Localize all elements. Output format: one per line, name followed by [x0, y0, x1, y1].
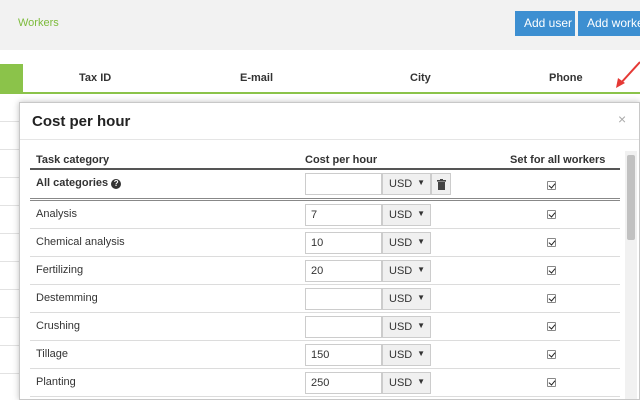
- cost-grid: Task category Cost per hour Set for all …: [30, 151, 620, 397]
- cost-input[interactable]: [305, 288, 382, 310]
- cost-grid-header: Task category Cost per hour Set for all …: [30, 151, 620, 170]
- cost-input[interactable]: [305, 344, 382, 366]
- modal-divider: [20, 139, 639, 140]
- set-for-all-checkbox[interactable]: [547, 210, 556, 219]
- add-user-button[interactable]: Add user: [515, 11, 575, 36]
- cost-input[interactable]: [305, 232, 382, 254]
- scrollbar-thumb[interactable]: [627, 155, 635, 240]
- set-for-all-checkbox[interactable]: [547, 266, 556, 275]
- currency-select[interactable]: USD ▼: [382, 316, 431, 338]
- top-bar: Workers Add user Add workers: [0, 0, 640, 50]
- caret-down-icon: ▼: [417, 321, 425, 330]
- caret-down-icon: ▼: [417, 293, 425, 302]
- column-header-email[interactable]: E-mail: [240, 72, 273, 84]
- category-row: Analysis USD▼: [30, 201, 620, 229]
- select-all-column[interactable]: [0, 64, 23, 94]
- category-row: Crushing USD ▼: [30, 313, 620, 341]
- currency-select[interactable]: USD ▼: [382, 204, 431, 226]
- category-label: Crushing: [36, 320, 81, 332]
- close-icon[interactable]: ×: [618, 111, 626, 127]
- column-header-tax-id[interactable]: Tax ID: [79, 72, 111, 84]
- category-row: Chemical analysis USD▼: [30, 229, 620, 257]
- cost-per-hour-modal: Cost per hour × Task category Cost per h…: [19, 102, 640, 400]
- category-label: Tillage: [36, 348, 68, 360]
- column-header-task-category: Task category: [36, 154, 110, 166]
- caret-down-icon: ▼: [417, 377, 425, 386]
- breadcrumb-workers[interactable]: Workers: [18, 17, 59, 29]
- workers-table-header: Tax ID E-mail City Phone: [0, 64, 640, 94]
- column-header-cost-per-hour: Cost per hour: [305, 154, 378, 166]
- set-for-all-checkbox[interactable]: [547, 378, 556, 387]
- column-header-phone[interactable]: Phone: [549, 72, 583, 84]
- caret-down-icon: ▼: [417, 237, 425, 246]
- set-for-all-checkbox[interactable]: [547, 350, 556, 359]
- category-row: Tillage USD▼: [30, 341, 620, 369]
- currency-select[interactable]: USD ▼: [382, 232, 431, 254]
- currency-select[interactable]: USD ▼: [382, 372, 431, 394]
- cost-input[interactable]: [305, 316, 382, 338]
- category-label: Analysis: [36, 208, 77, 220]
- category-row: Planting USD▼: [30, 369, 620, 397]
- all-categories-row: All categories? USD ▼: [30, 170, 620, 201]
- currency-select[interactable]: USD ▼: [382, 260, 431, 282]
- all-categories-checkbox[interactable]: [547, 181, 556, 190]
- category-label: Fertilizing: [36, 264, 84, 276]
- caret-down-icon: ▼: [417, 209, 425, 218]
- cost-input[interactable]: [305, 372, 382, 394]
- help-icon[interactable]: ?: [111, 179, 122, 189]
- all-categories-currency-select[interactable]: USD ▼: [382, 173, 431, 195]
- column-header-city[interactable]: City: [410, 72, 431, 84]
- all-categories-label: All categories?: [36, 177, 122, 189]
- set-for-all-checkbox[interactable]: [547, 322, 556, 331]
- currency-select[interactable]: USD ▼: [382, 288, 431, 310]
- caret-down-icon: ▼: [417, 349, 425, 358]
- add-workers-button[interactable]: Add workers: [578, 11, 640, 36]
- cost-input[interactable]: [305, 260, 382, 282]
- column-header-set-for-all: Set for all workers: [510, 154, 606, 166]
- category-row: Fertilizing USD▼: [30, 257, 620, 285]
- caret-down-icon: ▼: [417, 265, 425, 274]
- modal-scrollbar[interactable]: [625, 151, 637, 399]
- category-label: Planting: [36, 376, 76, 388]
- currency-select[interactable]: USD ▼: [382, 344, 431, 366]
- trash-icon[interactable]: [431, 173, 451, 195]
- category-label: Chemical analysis: [36, 236, 125, 248]
- category-label: Destemming: [36, 292, 98, 304]
- modal-title: Cost per hour: [32, 113, 131, 130]
- annotation-arrow-icon: [616, 61, 640, 88]
- set-for-all-checkbox[interactable]: [547, 294, 556, 303]
- all-categories-cost-input[interactable]: [305, 173, 382, 195]
- caret-down-icon: ▼: [417, 178, 425, 187]
- set-for-all-checkbox[interactable]: [547, 238, 556, 247]
- cost-input[interactable]: [305, 204, 382, 226]
- category-row: Destemming USD ▼: [30, 285, 620, 313]
